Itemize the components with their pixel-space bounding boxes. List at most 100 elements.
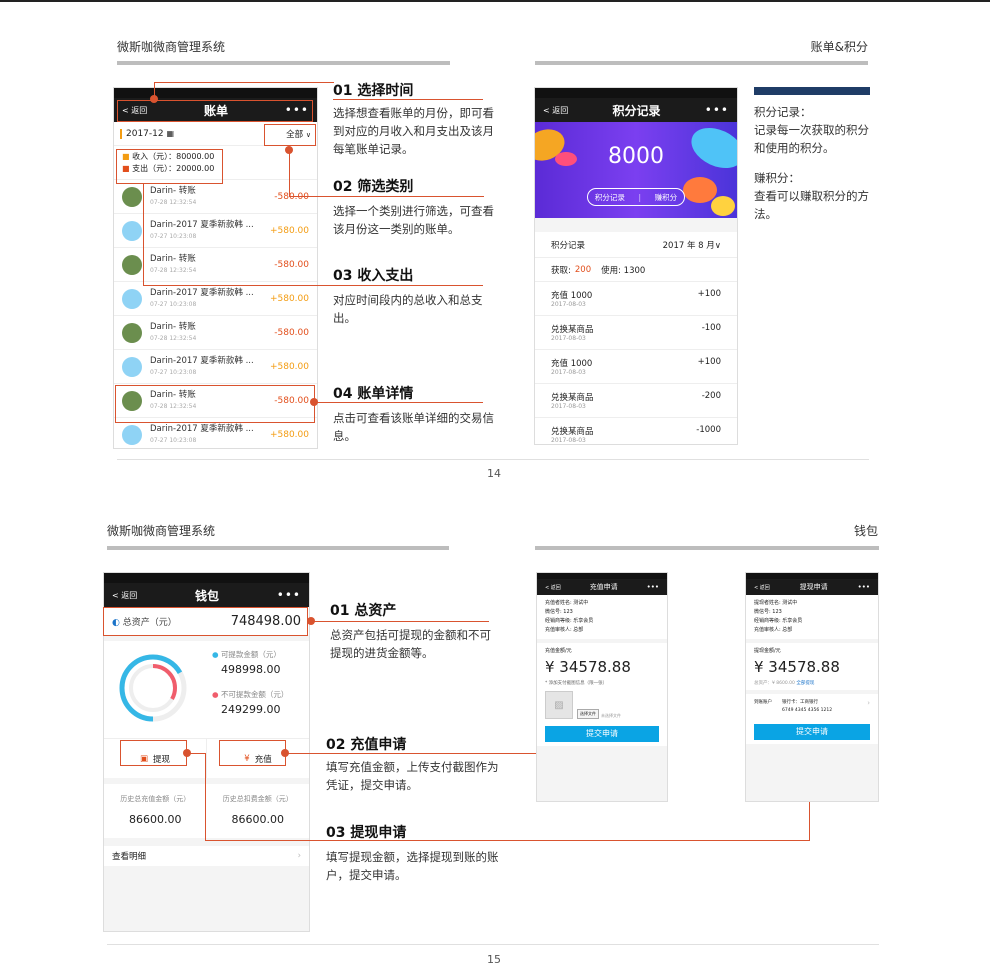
bill-row[interactable]: Darin- 转账07-28 12:32:54-580.00	[114, 316, 317, 350]
callout-text: 填写充值金额，上传支付截图作为凭证，提交申请。	[326, 760, 499, 792]
avatar	[122, 186, 142, 207]
callout-title: 03 收入支出	[333, 268, 414, 284]
amount-input[interactable]: ¥ 34578.88	[754, 658, 870, 676]
view-details-link[interactable]: 查看明细 ›	[104, 838, 309, 866]
callout-income-expense: 03 收入支出 对应时间段内的总收入和总支出。	[333, 265, 495, 327]
connector-line-2v	[289, 150, 290, 196]
bill-amount: +580.00	[269, 429, 309, 440]
red-dot-icon: ●	[212, 690, 219, 699]
bill-name: Darin-2017 夏季新款韩 ...	[150, 355, 254, 366]
account-row[interactable]: 到账账户 银行卡：工商银行 6749 4345 4356 1212 ›	[746, 694, 878, 720]
points-item-name: 兑换某商品	[551, 393, 594, 403]
callout-title: 04 账单详情	[333, 386, 414, 402]
bill-row[interactable]: Darin-2017 夏季新款韩 ... 07-27 10:23:08 +580.0…	[114, 214, 317, 248]
points-row: 兑换某商品 2017-08-03 -200	[535, 384, 737, 418]
more-icon[interactable]: •••	[647, 583, 659, 591]
points-item-date: 2017-08-03	[551, 403, 586, 410]
info-line: 经销商等级: 乐享会员	[545, 618, 594, 624]
upload-label: * 添加支付截图信息（限一张）	[545, 681, 608, 686]
bill-row[interactable]: Darin- 转账07-28 12:32:54-580.00	[114, 180, 317, 214]
bill-amount: +580.00	[269, 361, 309, 372]
image-placeholder-icon[interactable]: ▨	[545, 691, 573, 719]
earn-points-button[interactable]: 赚积分	[655, 192, 678, 203]
header-rule-right	[535, 546, 879, 550]
month-picker[interactable]: 2017-12 ▦	[120, 128, 174, 139]
history-deduct: 历史总扣费金额（元） 86600.00	[207, 784, 310, 838]
points-row: 充值 1000 2017-08-03 +100	[535, 350, 737, 384]
nav-title: 积分记录	[612, 103, 661, 118]
points-item: 充值 1000 2017-08-03	[551, 357, 592, 376]
desc-line: 积分记录：	[754, 105, 812, 119]
more-icon[interactable]: •••	[277, 588, 301, 602]
account-detail: 银行卡：工商银行 6749 4345 4356 1212	[782, 699, 867, 715]
bill-info: Darin- 转账 07-28 12:32:54	[150, 186, 274, 208]
recharge-phone: < 返回 充值申请 ••• 充值者姓名: 测试中 微信号: 123 经销商等级: 乐…	[536, 572, 668, 802]
callout-title: 03 提现申请	[326, 825, 407, 841]
cartoon-avatar-icon	[122, 288, 142, 309]
submit-button[interactable]: 提交申请	[754, 724, 870, 740]
points-records-button[interactable]: 积分记录	[595, 192, 625, 203]
applicant-info: 充值者姓名: 测试中 微信号: 123 经销商等级: 乐享会员 充值审核人: 总部	[537, 595, 667, 639]
nav-bar: < 返回 积分记录 •••	[535, 98, 737, 122]
section-title: 钱包	[853, 524, 878, 538]
back-button[interactable]: < 返回	[545, 584, 561, 591]
highlight-title-bar	[117, 100, 313, 122]
callout-title: 02 筛选类别	[333, 179, 414, 195]
points-phone: < 返回 积分记录 ••• 8000 积分记录 | 赚积分 积分记录 2017 …	[534, 87, 738, 445]
assets-ring-chart	[119, 654, 187, 722]
connector-dot-1	[150, 95, 158, 103]
more-icon[interactable]: •••	[858, 583, 870, 591]
earned-label: 获取:	[551, 265, 571, 276]
callout-text: 对应时间段内的总收入和总支出。	[333, 293, 483, 325]
no-file-text: 未选择文件	[601, 713, 621, 718]
withdraw-all-link[interactable]: 全部提现	[796, 681, 814, 686]
points-item-value: -1000	[696, 425, 721, 435]
info-line: 经销商等级: 乐享会员	[754, 618, 803, 624]
bill-time: 07-28 12:32:54	[150, 198, 197, 206]
page-number: 14	[487, 467, 501, 480]
date-picker[interactable]: 2017 年 8 月∨	[663, 239, 721, 251]
amount-label: 充值金额/元	[545, 648, 572, 654]
submit-button[interactable]: 提交申请	[545, 726, 659, 742]
bill-name: Darin-2017 夏季新款韩 ...	[150, 287, 254, 298]
points-item-date: 2017-08-03	[551, 369, 586, 376]
more-icon[interactable]: •••	[705, 103, 729, 117]
cartoon-avatar-icon	[122, 356, 142, 377]
callout-bill-detail: 04 账单详情 点击可查看该账单详细的交易信息。	[333, 383, 495, 445]
back-button[interactable]: < 返回	[754, 584, 770, 591]
bill-row[interactable]: Darin- 转账07-28 12:32:54-580.00	[114, 248, 317, 282]
points-toggle: 积分记录 | 赚积分	[587, 188, 685, 206]
blue-dot-icon: ●	[212, 650, 219, 659]
choose-file-button[interactable]: 选择文件	[577, 709, 599, 719]
bill-amount: -580.00	[274, 327, 309, 338]
chevron-right-icon: ›	[297, 851, 301, 861]
view-details-label: 查看明细	[112, 852, 147, 862]
callout-title: 01 总资产	[330, 603, 397, 619]
points-summary: 获取: 200 使用: 1300	[535, 258, 737, 282]
bill-info: Darin- 转账 07-28 12:32:54	[150, 322, 274, 344]
bill-info: Darin-2017 夏季新款韩 ... 07-27 10:23:08	[150, 288, 270, 310]
bill-time: 07-27 10:23:08	[150, 300, 197, 308]
section-label: 积分记录	[551, 240, 586, 251]
points-item: 充值 1000 2017-08-03	[551, 289, 592, 308]
bill-name: Darin- 转账	[150, 321, 196, 332]
highlight-filter	[264, 124, 316, 146]
non-withdrawable-label-wrap: ● 不可提款金额（元）	[212, 689, 288, 700]
bill-name: Darin-2017 夏季新款韩 ...	[150, 423, 254, 434]
back-button[interactable]: < 返回	[112, 590, 137, 601]
highlight-summary	[116, 149, 223, 184]
amount-input[interactable]: ¥ 34578.88	[545, 658, 659, 676]
footer-rule	[117, 459, 869, 460]
back-button[interactable]: < 返回	[543, 105, 568, 116]
avatar	[122, 254, 142, 275]
callout-select-time: 01 选择时间 选择想查看账单的月份，即可看到对应的月收入和月支出及该月每笔账单…	[333, 80, 495, 158]
bill-row[interactable]: Darin-2017 夏季新款韩 ... 07-27 10:23:08 +580.0…	[114, 282, 317, 316]
nav-bar: < 返回 钱包 •••	[104, 583, 309, 607]
upload-row: ▨ 选择文件 未选择文件	[545, 691, 659, 719]
bill-row[interactable]: Darin-2017 夏季新款韩 ... 07-27 10:23:08 +580.0…	[114, 350, 317, 384]
bill-name: Darin-2017 夏季新款韩 ...	[150, 219, 254, 230]
points-item-name: 充值 1000	[551, 291, 593, 301]
bill-time: 07-28 12:32:54	[150, 266, 197, 274]
highlight-recharge	[219, 740, 286, 766]
withdrawable-label-wrap: ● 可提款金额（元）	[212, 649, 281, 660]
